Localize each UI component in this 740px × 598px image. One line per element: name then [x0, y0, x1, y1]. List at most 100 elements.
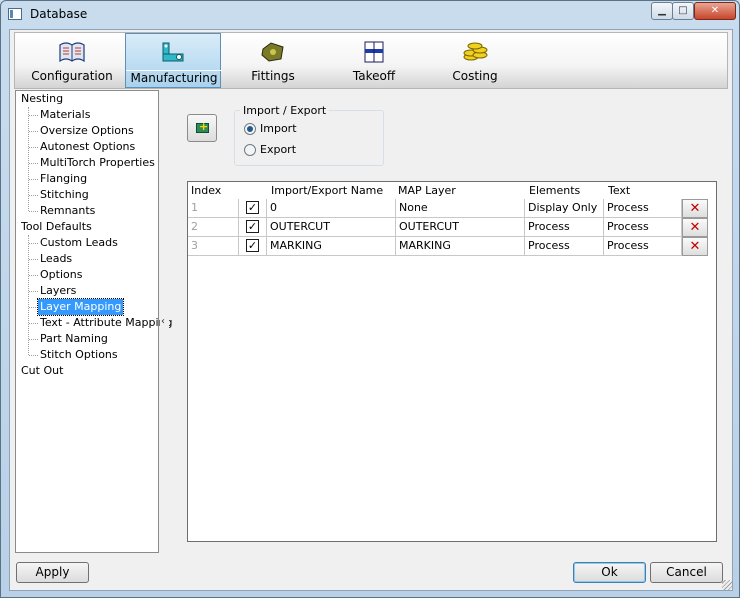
- tree-item-options[interactable]: Options: [38, 267, 84, 283]
- tree-item-cut-out[interactable]: Cut Out: [19, 363, 65, 379]
- column-header-elements[interactable]: Elements: [529, 182, 580, 199]
- tree-item-multitorch-properties[interactable]: MultiTorch Properties: [38, 155, 157, 171]
- tree-item-stitching[interactable]: Stitching: [38, 187, 91, 203]
- collapse-arrow-icon[interactable]: ‹: [161, 316, 165, 327]
- layer-mapping-grid[interactable]: Index Import/Export Name MAP Layer Eleme…: [187, 181, 717, 542]
- tree-connector: [29, 163, 38, 164]
- toolbar-label: Takeoff: [352, 69, 396, 83]
- tree-item-custom-leads[interactable]: Custom Leads: [38, 235, 120, 251]
- ok-button[interactable]: Ok: [573, 562, 646, 583]
- row-index: 2: [188, 218, 239, 237]
- book-icon: [59, 42, 85, 63]
- row-enabled-cell[interactable]: ✓: [239, 199, 267, 218]
- pane-splitter[interactable]: ‹: [160, 90, 169, 553]
- tree-guide: [28, 235, 29, 355]
- toolbar-configuration[interactable]: Configuration: [24, 33, 120, 88]
- row-map-layer[interactable]: OUTERCUT: [396, 218, 525, 237]
- delete-row-icon[interactable]: ✕: [682, 218, 708, 237]
- tree-connector: [29, 323, 38, 324]
- delete-row-icon[interactable]: ✕: [682, 237, 708, 256]
- delete-row-icon[interactable]: ✕: [682, 199, 708, 218]
- row-enabled-checkbox[interactable]: ✓: [246, 239, 259, 252]
- row-elements[interactable]: Process: [525, 237, 604, 256]
- row-elements[interactable]: Display Only: [525, 199, 604, 218]
- tree-item-layer-mapping[interactable]: Layer Mapping: [36, 298, 125, 316]
- tree-connector: [29, 179, 38, 180]
- tree-connector: [29, 275, 38, 276]
- toolbar-costing[interactable]: Costing: [427, 33, 523, 88]
- maximize-button[interactable]: □: [672, 2, 694, 20]
- toolbar-label: Costing: [452, 69, 498, 83]
- window-icon: [8, 8, 22, 20]
- takeoff-icon: [364, 41, 384, 63]
- row-index: 1: [188, 199, 239, 218]
- tree-connector: [29, 259, 38, 260]
- tree-item-part-naming[interactable]: Part Naming: [38, 331, 110, 347]
- client-area: Configuration Manufacturing Fittings Tak…: [9, 29, 733, 591]
- tree-item-materials[interactable]: Materials: [38, 107, 92, 123]
- tree-connector: [29, 131, 38, 132]
- row-enabled-cell[interactable]: ✓: [239, 237, 267, 256]
- row-enabled-checkbox[interactable]: ✓: [246, 201, 259, 214]
- table-row[interactable]: 1 ✓ 0 None Display Only Process ✕: [188, 199, 708, 218]
- settings-tree[interactable]: Nesting Materials Oversize Options Auton…: [15, 90, 172, 553]
- table-row[interactable]: 3 ✓ MARKING MARKING Process Process ✕: [188, 237, 708, 256]
- tree-item-leads[interactable]: Leads: [38, 251, 74, 267]
- row-text[interactable]: Process: [604, 237, 682, 256]
- tree-item-nesting[interactable]: Nesting: [19, 91, 65, 107]
- row-text[interactable]: Process: [604, 199, 682, 218]
- row-elements[interactable]: Process: [525, 218, 604, 237]
- tree-item-tool-defaults[interactable]: Tool Defaults: [19, 219, 94, 235]
- tree-item-autonest-options[interactable]: Autonest Options: [38, 139, 137, 155]
- column-header-index[interactable]: Index: [191, 182, 221, 199]
- toolbar-manufacturing[interactable]: Manufacturing: [125, 33, 222, 88]
- row-map-layer[interactable]: MARKING: [396, 237, 525, 256]
- tree-item-layers[interactable]: Layers: [38, 283, 78, 299]
- export-radio[interactable]: [244, 144, 256, 156]
- toolbar-fittings[interactable]: Fittings: [225, 33, 321, 88]
- tree-item-stitch-options[interactable]: Stitch Options: [38, 347, 120, 363]
- row-name[interactable]: MARKING: [267, 237, 396, 256]
- tree-connector: [29, 291, 38, 292]
- close-button[interactable]: ✕: [694, 2, 736, 20]
- minimize-button[interactable]: ▁: [651, 2, 673, 20]
- export-radio-label[interactable]: Export: [260, 143, 296, 156]
- window-title: Database: [30, 7, 88, 21]
- row-text[interactable]: Process: [604, 218, 682, 237]
- import-radio-label[interactable]: Import: [260, 122, 297, 135]
- row-enabled-checkbox[interactable]: ✓: [246, 220, 259, 233]
- import-export-title: Import / Export: [240, 104, 330, 117]
- column-header-name[interactable]: Import/Export Name: [271, 182, 383, 199]
- tree-connector: [29, 339, 38, 340]
- row-map-layer[interactable]: None: [396, 199, 525, 218]
- tree-item-text-attribute-mapping[interactable]: Text - Attribute Mapping: [38, 315, 174, 331]
- row-name[interactable]: OUTERCUT: [267, 218, 396, 237]
- tree-item-remnants[interactable]: Remnants: [38, 203, 97, 219]
- machine-icon: [162, 42, 184, 62]
- add-mapping-button[interactable]: [187, 114, 217, 142]
- tree-connector: [29, 115, 38, 116]
- row-enabled-cell[interactable]: ✓: [239, 218, 267, 237]
- import-radio[interactable]: [244, 123, 256, 135]
- row-index: 3: [188, 237, 239, 256]
- category-toolbar: Configuration Manufacturing Fittings Tak…: [14, 32, 728, 89]
- cancel-button[interactable]: Cancel: [650, 562, 723, 583]
- tree-connector: [29, 211, 38, 212]
- tree-connector: [29, 243, 38, 244]
- title-bar[interactable]: Database ▁ □ ✕: [1, 1, 739, 29]
- table-row[interactable]: 2 ✓ OUTERCUT OUTERCUT Process Process ✕: [188, 218, 708, 237]
- column-header-map-layer[interactable]: MAP Layer: [398, 182, 456, 199]
- tree-item-flanging[interactable]: Flanging: [38, 171, 89, 187]
- tree-connector: [29, 355, 38, 356]
- resize-grip-icon[interactable]: [722, 580, 732, 590]
- toolbar-label: Manufacturing: [126, 70, 222, 85]
- import-export-group: [234, 110, 384, 166]
- row-name[interactable]: 0: [267, 199, 396, 218]
- fitting-icon: [261, 42, 284, 62]
- tree-connector: [29, 147, 38, 148]
- toolbar-takeoff[interactable]: Takeoff: [326, 33, 422, 88]
- tree-connector: [29, 307, 38, 308]
- tree-item-oversize-options[interactable]: Oversize Options: [38, 123, 136, 139]
- apply-button[interactable]: Apply: [16, 562, 89, 583]
- column-header-text[interactable]: Text: [608, 182, 630, 199]
